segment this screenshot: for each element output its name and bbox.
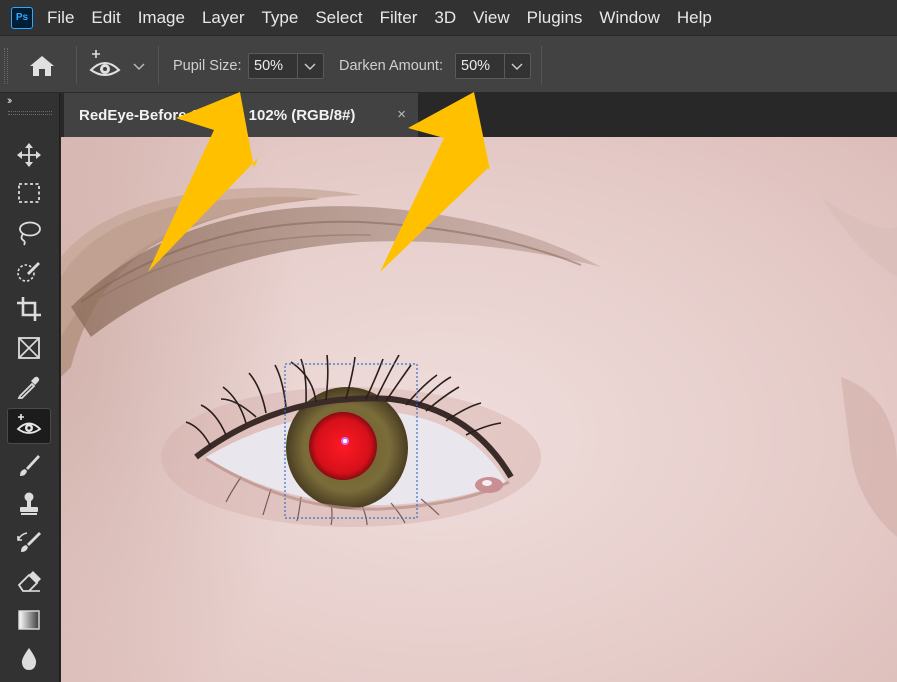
tool-preset-picker[interactable]: [88, 50, 150, 82]
collapse-panel-button[interactable]: ››: [7, 95, 13, 107]
chevron-down-icon: [304, 63, 315, 70]
menu-file[interactable]: File: [47, 8, 74, 28]
document-tab-title: RedEye-Before 1.jpg @ 102% (RGB/8#): [79, 106, 356, 124]
eyedropper-tool[interactable]: [7, 369, 51, 405]
pupil-size-label: Pupil Size:: [173, 58, 242, 74]
menu-3d[interactable]: 3D: [434, 8, 456, 28]
water-drop-icon: [21, 648, 37, 670]
red-eye-icon: [16, 414, 42, 434]
crop-tool[interactable]: [7, 291, 51, 327]
menu-window[interactable]: Window: [599, 8, 659, 28]
frame-icon: [18, 337, 40, 359]
brush-tool[interactable]: [7, 447, 51, 483]
chevron-down-icon: [511, 63, 522, 70]
red-eye-tool-icon: [89, 50, 121, 76]
tools-panel: ››: [0, 93, 60, 682]
options-separator: [158, 46, 159, 84]
red-eye-tool[interactable]: [7, 408, 51, 444]
close-tab-button[interactable]: ×: [397, 106, 406, 123]
lasso-icon: [19, 221, 41, 246]
pupil-size-value[interactable]: 50%: [249, 58, 297, 74]
darken-amount-label: Darken Amount:: [339, 58, 443, 74]
quick-selection-tool[interactable]: [7, 253, 51, 289]
photo-face-closeup: [61, 137, 897, 682]
photoshop-logo: Ps: [11, 6, 33, 29]
move-icon: [17, 143, 41, 167]
history-brush-tool[interactable]: [7, 524, 51, 560]
options-separator: [541, 46, 542, 84]
darken-amount-value[interactable]: 50%: [456, 58, 504, 74]
darken-amount-dropdown[interactable]: [504, 54, 528, 78]
stamp-icon: [20, 492, 38, 515]
eraser-tool[interactable]: [7, 563, 51, 599]
menu-plugins[interactable]: Plugins: [527, 8, 583, 28]
eyedropper-icon: [17, 376, 40, 399]
gradient-icon: [18, 610, 40, 630]
darken-amount-field[interactable]: 50%: [455, 53, 531, 79]
menu-filter[interactable]: Filter: [380, 8, 418, 28]
lasso-tool[interactable]: [7, 214, 51, 250]
pupil-size-field[interactable]: 50%: [248, 53, 324, 79]
menu-edit[interactable]: Edit: [91, 8, 120, 28]
marquee-icon: [18, 183, 40, 203]
menu-type[interactable]: Type: [261, 8, 298, 28]
tools-panel-grip[interactable]: [8, 111, 52, 115]
home-icon: [30, 56, 54, 76]
move-tool[interactable]: [7, 137, 51, 173]
menu-select[interactable]: Select: [315, 8, 362, 28]
clone-stamp-tool[interactable]: [7, 486, 51, 522]
menu-layer[interactable]: Layer: [202, 8, 245, 28]
document-canvas[interactable]: [61, 137, 897, 682]
quick-selection-icon: [17, 262, 40, 282]
menu-view[interactable]: View: [473, 8, 510, 28]
chevron-down-icon: [133, 63, 145, 70]
options-bar: Pupil Size: 50% Darken Amount: 50%: [0, 35, 897, 93]
home-button[interactable]: [24, 50, 60, 82]
crop-icon: [17, 297, 41, 321]
options-bar-grip[interactable]: [4, 48, 8, 84]
gradient-tool[interactable]: [7, 602, 51, 638]
menu-bar: Ps File Edit Image Layer Type Select Fil…: [0, 0, 897, 35]
eraser-icon: [17, 571, 41, 592]
options-separator: [76, 46, 77, 84]
frame-tool[interactable]: [7, 330, 51, 366]
menu-image[interactable]: Image: [138, 8, 185, 28]
document-tab[interactable]: RedEye-Before 1.jpg @ 102% (RGB/8#) ×: [64, 93, 418, 137]
brush-icon: [20, 455, 40, 476]
menu-help[interactable]: Help: [677, 8, 712, 28]
pupil-size-dropdown[interactable]: [297, 54, 321, 78]
rectangular-marquee-tool[interactable]: [7, 175, 51, 211]
history-brush-icon: [17, 532, 41, 552]
document-tab-bar: RedEye-Before 1.jpg @ 102% (RGB/8#) ×: [61, 93, 897, 137]
blur-tool[interactable]: [7, 641, 51, 677]
